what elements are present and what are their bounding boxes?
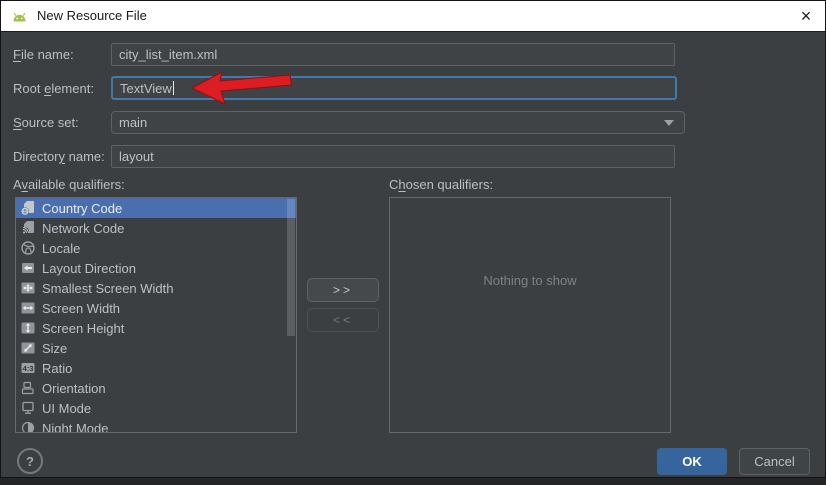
ok-button[interactable]: OK <box>657 448 727 475</box>
available-qualifiers-list: Country Code Network Code Locale Layout … <box>15 197 297 433</box>
remove-qualifier-button[interactable]: << <box>307 308 379 332</box>
chevron-down-icon <box>664 119 674 126</box>
night-mode-icon <box>21 421 35 432</box>
qualifier-label: Screen Height <box>42 320 125 336</box>
ratio-icon: 4:3 <box>21 363 35 373</box>
qualifier-row-ui-mode[interactable]: UI Mode <box>16 398 296 418</box>
qualifier-label: Network Code <box>42 220 125 236</box>
directory-name-input[interactable]: layout <box>111 145 675 168</box>
available-qualifiers-label: Available qualifiers: <box>13 177 125 192</box>
title-bar: New Resource File × <box>1 1 825 32</box>
qualifier-row-night-mode[interactable]: Night Mode <box>16 418 296 433</box>
qualifier-label: Night Mode <box>42 420 109 433</box>
new-resource-file-dialog: New Resource File × File name: Root elem… <box>0 0 826 478</box>
root-element-input[interactable]: TextView <box>111 76 677 100</box>
dialog-title: New Resource File <box>37 8 147 23</box>
root-element-label: Root element: <box>13 81 94 96</box>
chosen-qualifiers-list: Nothing to show <box>389 197 671 433</box>
source-set-select[interactable]: main <box>111 111 685 134</box>
qualifier-label: Ratio <box>42 360 73 376</box>
file-name-input[interactable]: city_list_item.xml <box>111 43 675 66</box>
qualifier-row-screen-height[interactable]: Screen Height <box>16 318 296 338</box>
qualifier-row-ratio[interactable]: 4:3 Ratio <box>16 358 296 378</box>
layout-direction-icon <box>22 263 34 273</box>
qualifier-row-size[interactable]: Size <box>16 338 296 358</box>
qualifier-label: Screen Width <box>42 300 121 316</box>
qualifier-row-network-code[interactable]: Network Code <box>16 218 296 238</box>
qualifier-row-locale[interactable]: Locale <box>16 238 296 258</box>
close-icon[interactable]: × <box>793 3 819 29</box>
screen-height-icon <box>21 322 35 334</box>
qualifier-label: Size <box>42 340 68 356</box>
directory-name-label: Directory name: <box>13 149 105 164</box>
add-qualifier-button[interactable]: >> <box>307 278 379 302</box>
orientation-icon <box>21 381 34 395</box>
qualifier-label: UI Mode <box>42 400 92 416</box>
locale-icon <box>21 241 35 255</box>
empty-state-text: Nothing to show <box>483 273 577 288</box>
file-name-label: File name: <box>13 47 74 62</box>
ui-mode-icon <box>22 401 34 414</box>
help-button[interactable]: ? <box>17 448 43 474</box>
list-scrollbar[interactable] <box>287 199 295 336</box>
cancel-button[interactable]: Cancel <box>739 448 810 475</box>
smallest-screen-width-icon <box>21 282 35 294</box>
chosen-qualifiers-label: Chosen qualifiers: <box>389 177 494 192</box>
qualifier-label: Orientation <box>42 380 106 396</box>
country-code-icon <box>21 201 34 216</box>
source-set-label: Source set: <box>13 115 79 130</box>
size-icon <box>21 342 35 354</box>
qualifier-row-smallest-screen-width[interactable]: Smallest Screen Width <box>16 278 296 298</box>
qualifier-row-country-code[interactable]: Country Code <box>16 198 296 218</box>
svg-text:4:3: 4:3 <box>23 364 34 373</box>
qualifier-row-layout-direction[interactable]: Layout Direction <box>16 258 296 278</box>
network-code-icon <box>21 221 34 236</box>
screen-width-icon <box>21 302 35 314</box>
text-cursor <box>172 81 174 95</box>
qualifier-label: Locale <box>42 240 81 256</box>
android-icon <box>13 12 26 22</box>
qualifier-label: Country Code <box>42 200 123 216</box>
qualifier-label: Layout Direction <box>42 260 136 276</box>
qualifier-row-screen-width[interactable]: Screen Width <box>16 298 296 318</box>
qualifier-row-orientation[interactable]: Orientation <box>16 378 296 398</box>
qualifier-label: Smallest Screen Width <box>42 280 174 296</box>
